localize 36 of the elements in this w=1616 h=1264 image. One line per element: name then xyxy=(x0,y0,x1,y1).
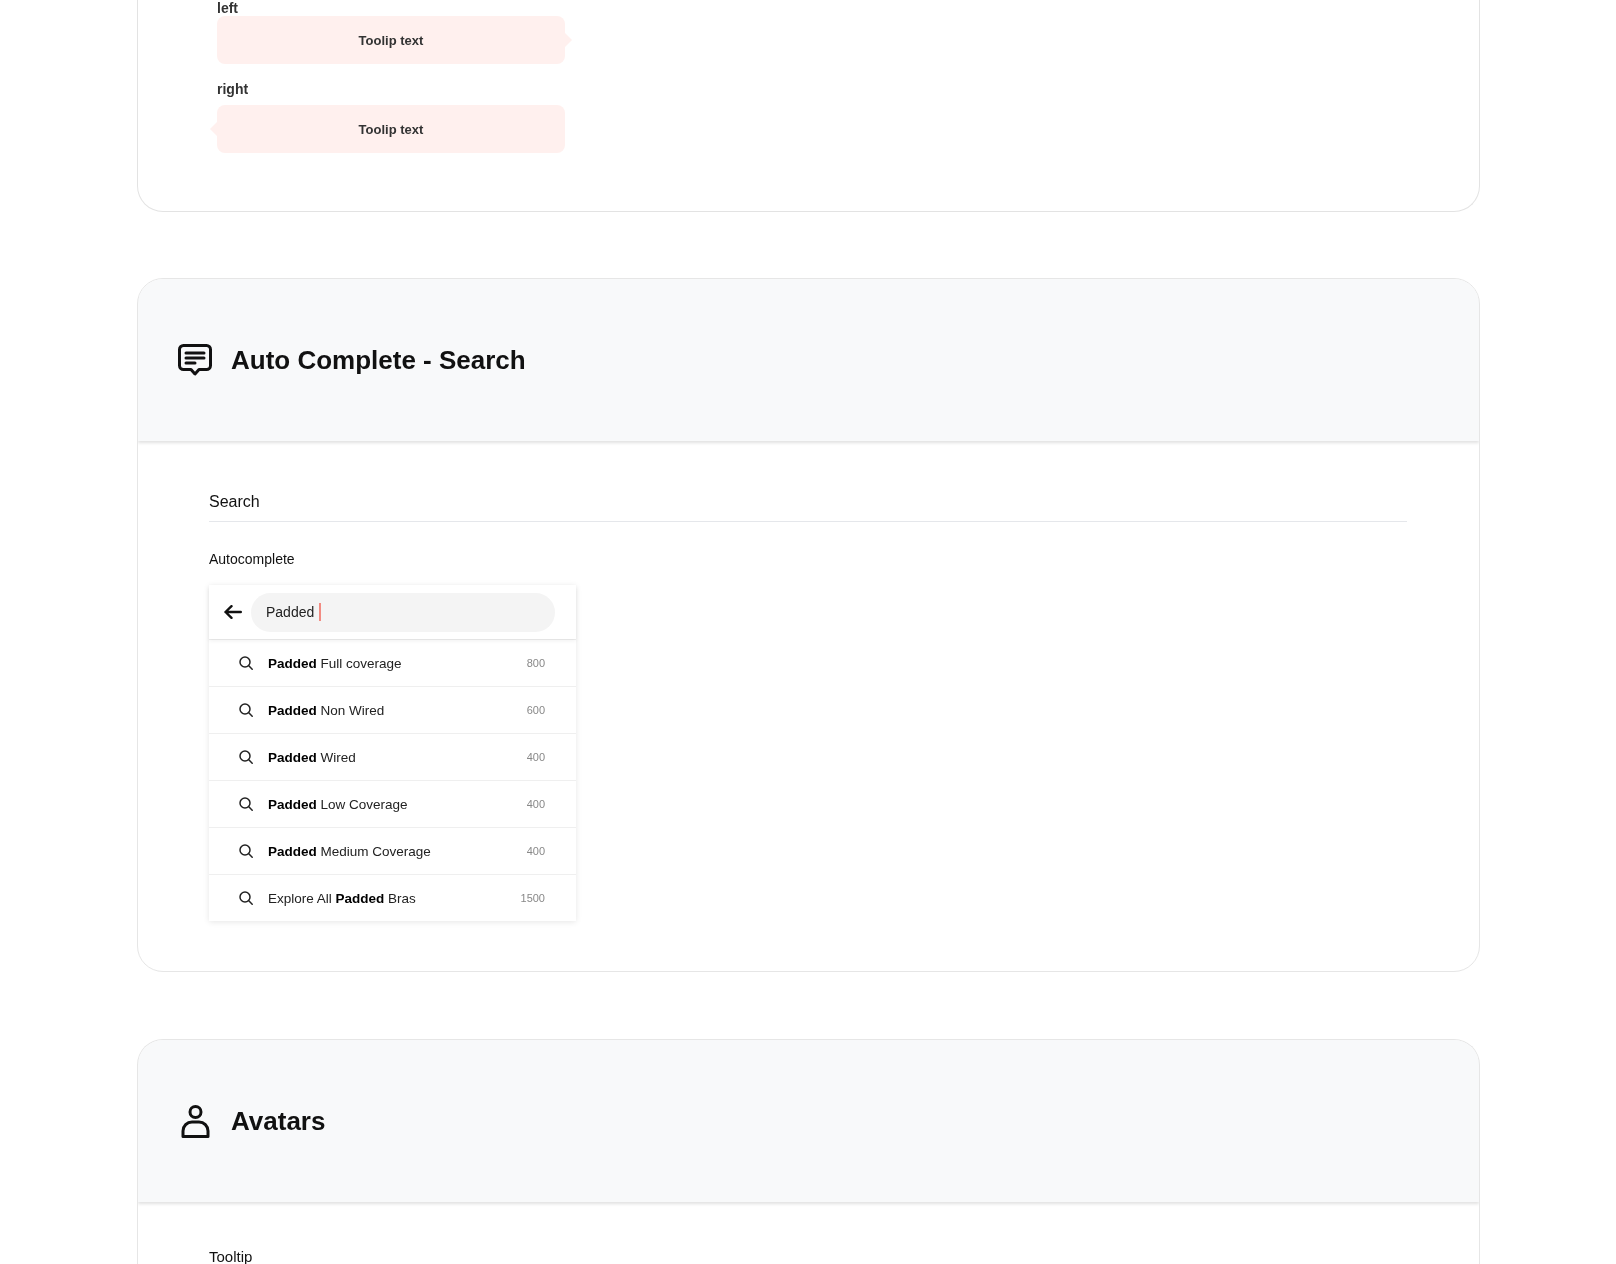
result-count: 400 xyxy=(526,845,545,857)
result-count: 800 xyxy=(526,657,545,669)
placement-label: right xyxy=(217,81,249,97)
search-icon xyxy=(239,891,253,905)
result-count: 1500 xyxy=(520,892,545,904)
suggestion-text: Padded Non Wired xyxy=(268,702,386,718)
suggestion-item[interactable]: Padded Low Coverage 400 xyxy=(209,780,576,827)
section-title: Auto Complete - Search xyxy=(231,344,526,376)
subsection-heading: Search xyxy=(209,492,1407,522)
user-icon xyxy=(180,1104,210,1138)
suggestion-item[interactable]: Padded Medium Coverage 400 xyxy=(209,827,576,874)
search-icon xyxy=(239,844,253,858)
placement-label: left xyxy=(217,0,238,16)
result-count: 600 xyxy=(526,704,545,716)
back-arrow-icon[interactable] xyxy=(224,605,242,619)
suggestion-text: Padded Wired xyxy=(268,749,357,765)
result-count: 400 xyxy=(526,751,545,763)
tooltip-text: Toolip text xyxy=(358,32,424,48)
search-field[interactable]: Padded xyxy=(251,592,555,632)
section-title: Avatars xyxy=(231,1105,326,1137)
suggestion-item[interactable]: Explore All Padded Bras 1500 xyxy=(209,874,576,921)
search-icon xyxy=(239,703,253,717)
suggestion-item[interactable]: Padded Full coverage 800 xyxy=(209,639,576,686)
suggestion-text: Padded Full coverage xyxy=(268,655,403,671)
suggestion-item[interactable]: Padded Non Wired 600 xyxy=(209,686,576,733)
suggestion-text: Padded Low Coverage xyxy=(268,796,409,812)
suggestion-item[interactable]: Padded Wired 400 xyxy=(209,733,576,780)
suggestion-text: Explore All Padded Bras xyxy=(268,890,417,906)
message-icon xyxy=(178,344,212,376)
search-icon xyxy=(239,797,253,811)
demo-label: Autocomplete xyxy=(209,550,295,568)
search-icon xyxy=(239,750,253,764)
search-icon xyxy=(239,656,253,670)
suggestion-text: Padded Medium Coverage xyxy=(268,843,432,859)
tooltip-text: Toolip text xyxy=(358,121,424,137)
result-count: 400 xyxy=(526,798,545,810)
